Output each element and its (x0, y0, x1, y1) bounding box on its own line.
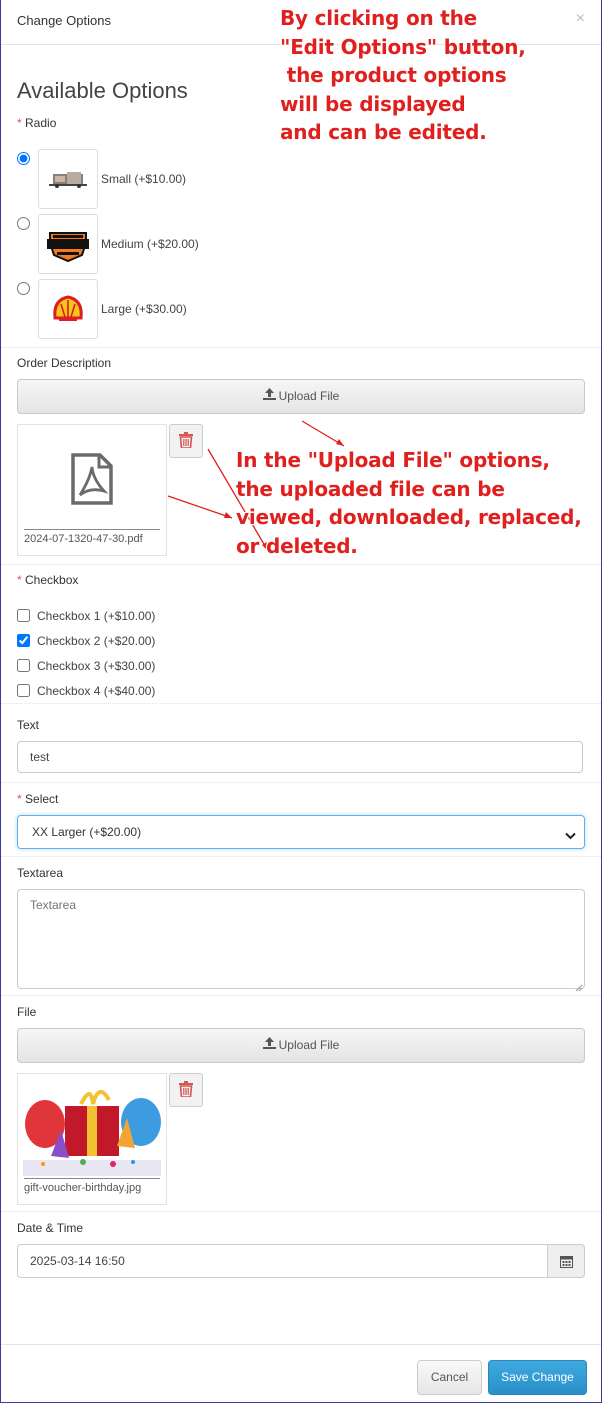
required-mark: * (17, 116, 22, 130)
modal-footer-divider (1, 1344, 601, 1345)
radio-option-medium[interactable]: Medium (+$20.00) (17, 214, 417, 275)
file-label: File (17, 1005, 37, 1019)
checkbox-item-label: Checkbox 2 (+$20.00) (37, 634, 156, 648)
annotation-middle: In the "Upload File" options, the upload… (236, 448, 582, 558)
radio-input-large[interactable] (17, 282, 30, 295)
required-mark: * (17, 792, 22, 806)
upload-file-button[interactable]: Upload File (17, 379, 585, 414)
radio-label: * Radio (17, 116, 56, 130)
divider (1, 995, 601, 996)
checkbox-input-2[interactable] (17, 634, 30, 647)
datetime-label: Date & Time (17, 1221, 84, 1235)
upload-icon (262, 380, 276, 413)
cancel-button[interactable]: Cancel (417, 1360, 482, 1395)
file-divider (24, 529, 160, 530)
save-change-button[interactable]: Save Change (488, 1360, 587, 1395)
checkbox-input-3[interactable] (17, 659, 30, 672)
upload-file-label: Upload File (278, 1038, 340, 1052)
upload-icon (262, 1029, 276, 1062)
radio-option-large[interactable]: Large (+$30.00) (17, 279, 417, 340)
size-select[interactable]: XX Larger (+$20.00) (17, 815, 585, 849)
file-name[interactable]: 2024-07-1320-47-30.pdf (24, 533, 143, 545)
delete-file-button[interactable] (169, 424, 203, 458)
modal-dialog: Change Options × Available Options * Rad… (0, 0, 602, 1403)
checkbox-item-label: Checkbox 3 (+$30.00) (37, 659, 156, 673)
select-label: * Select (17, 792, 58, 806)
pdf-icon (70, 453, 114, 510)
divider (1, 856, 601, 857)
file-name[interactable]: gift-voucher-birthday.jpg (24, 1182, 141, 1194)
divider (1, 703, 601, 704)
file-divider (24, 1178, 160, 1179)
checkbox-input-1[interactable] (17, 609, 30, 622)
upload-file-button[interactable]: Upload File (17, 1028, 585, 1063)
text-input[interactable] (17, 741, 583, 773)
checkbox-item-label: Checkbox 1 (+$10.00) (37, 609, 156, 623)
trash-icon (179, 1081, 193, 1102)
uploaded-file-preview[interactable]: 2024-07-1320-47-30.pdf (17, 424, 167, 556)
chevron-down-icon (565, 827, 576, 845)
divider (1, 564, 601, 565)
close-icon[interactable]: × (576, 10, 585, 28)
radio-option-label: Large (+$30.00) (101, 302, 187, 316)
radio-input-small[interactable] (17, 152, 30, 165)
checkbox-label-text: Checkbox (25, 573, 79, 587)
required-mark: * (17, 573, 22, 587)
calendar-icon (560, 1255, 573, 1273)
radio-label-text: Radio (25, 116, 57, 130)
checkbox-input-4[interactable] (17, 684, 30, 697)
harley-davidson-logo (38, 214, 98, 274)
uploaded-image-preview[interactable]: gift-voucher-birthday.jpg (17, 1073, 167, 1205)
radio-option-label: Medium (+$20.00) (101, 237, 199, 251)
datetime-input[interactable] (17, 1244, 548, 1278)
modal-title: Change Options (17, 13, 111, 28)
calendar-button[interactable] (547, 1244, 585, 1278)
checkbox-label: * Checkbox (17, 573, 78, 587)
shell-logo (38, 279, 98, 339)
radio-input-medium[interactable] (17, 217, 30, 230)
trash-icon (179, 432, 193, 453)
order-description-label: Order Description (17, 356, 112, 370)
birthday-image (23, 1078, 161, 1181)
divider (1, 1211, 601, 1212)
radio-option-label: Small (+$10.00) (101, 172, 187, 186)
radio-option-small[interactable]: Small (+$10.00) (17, 149, 417, 210)
delete-file-button[interactable] (169, 1073, 203, 1107)
select-label-text: Select (25, 792, 59, 806)
divider (1, 347, 601, 348)
textarea-input[interactable] (17, 889, 585, 989)
divider (1, 782, 601, 783)
page-title: Available Options (17, 78, 188, 103)
upload-file-label: Upload File (278, 389, 340, 403)
annotation-top: By clicking on the "Edit Options" button… (280, 6, 526, 144)
select-value: XX Larger (+$20.00) (32, 825, 142, 839)
checkbox-item-label: Checkbox 4 (+$40.00) (37, 684, 156, 698)
truck-thumbnail (38, 149, 98, 209)
text-field-label: Text (17, 718, 40, 732)
datetime-group (17, 1244, 585, 1278)
textarea-label: Textarea (17, 866, 64, 880)
